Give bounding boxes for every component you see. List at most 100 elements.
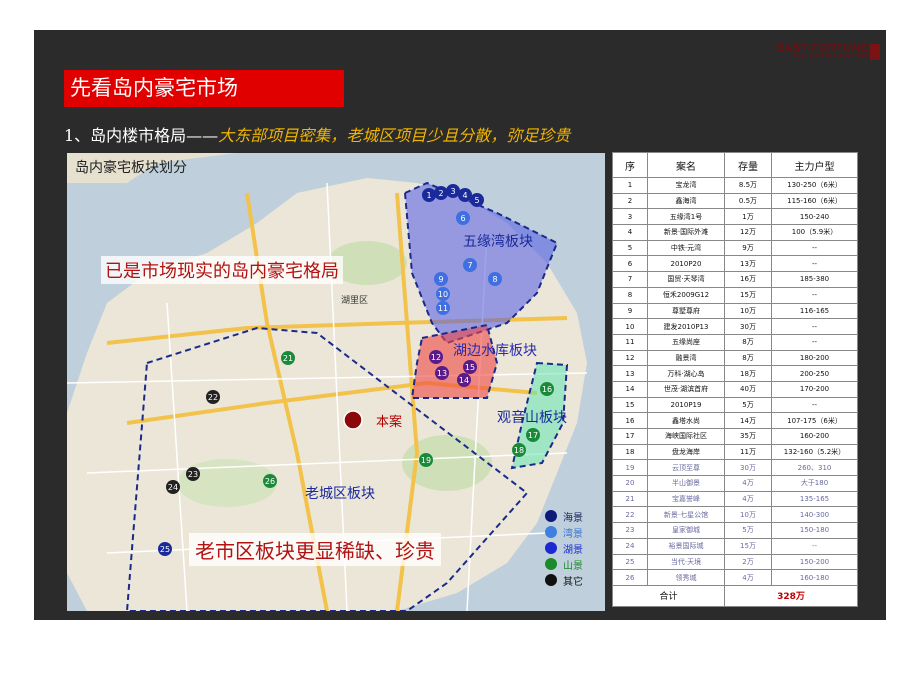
cell-stock: 8万	[724, 349, 772, 367]
project-label: 本案	[376, 415, 403, 430]
svg-text:19: 19	[421, 456, 431, 465]
cell-unit-type: --	[771, 396, 858, 414]
svg-text:16: 16	[542, 385, 552, 394]
cell-name: 鑫海湾	[647, 192, 725, 210]
cell-stock: 10万	[724, 506, 772, 524]
legend-item-lakeview: 湖景	[545, 540, 605, 556]
cell-no: 14	[612, 380, 648, 398]
table-total-row: 合计 328万	[612, 584, 858, 607]
cell-unit-type: 150-240	[771, 208, 858, 226]
header-stock: 存量	[724, 152, 772, 178]
table-row: 11 五缘尚座 8万 --	[612, 333, 858, 351]
cell-no: 2	[612, 192, 648, 210]
cell-stock: 13万	[724, 255, 772, 273]
map-title: 岛内豪宅板块划分	[75, 160, 187, 176]
subtitle-highlight: 大东部项目密集，老城区项目少且分散，弥足珍贵	[218, 126, 571, 145]
svg-text:3: 3	[450, 187, 455, 196]
marker-4: 4	[458, 188, 472, 202]
zone-label-laocheng: 老城区板块	[305, 486, 375, 502]
cell-no: 18	[612, 443, 648, 461]
cell-stock: 10万	[724, 302, 772, 320]
marker-13: 13	[435, 366, 449, 380]
cell-stock: 4万	[724, 475, 772, 492]
marker-5: 5	[470, 193, 484, 207]
table-row: 14 世茂·湖滨首府 40万 170-200	[612, 380, 858, 398]
cell-name: 2010P19	[647, 396, 725, 414]
cell-name: 五缘湾1号	[647, 208, 725, 226]
table-row: 5 中铁·元湾 9万 --	[612, 239, 858, 257]
svg-text:22: 22	[208, 393, 218, 402]
svg-text:21: 21	[283, 354, 293, 363]
cell-no: 22	[612, 506, 648, 524]
marker-12: 12	[429, 350, 443, 364]
cell-name: 2010P20	[647, 255, 725, 273]
legend-item-mountainview: 山景	[545, 556, 605, 572]
cell-unit-type: 100（5.9米）	[771, 224, 858, 241]
cell-unit-type: 107-175（6米）	[771, 412, 858, 429]
marker-19: 19	[419, 453, 433, 467]
cell-no: 5	[612, 239, 648, 257]
cell-no: 6	[612, 255, 648, 273]
project-location-marker	[343, 410, 363, 430]
project-table: 序 案名 存量 主力户型 1 宝龙湾 8.5万 130-250（6米） 2 鑫海湾 0.5万…	[612, 152, 858, 607]
logo-mark-icon	[870, 44, 880, 60]
svg-text:11: 11	[438, 304, 448, 313]
cell-no: 13	[612, 365, 648, 382]
cell-name: 领秀城	[647, 569, 725, 586]
slide: EAST FORTUNE REAL ESTATE MARKETING 先看岛内豪…	[34, 30, 886, 620]
svg-text:13: 13	[437, 369, 447, 378]
cell-unit-type: --	[771, 255, 858, 273]
cell-stock: 5万	[724, 396, 772, 414]
cell-name: 鑫塔水尚	[647, 412, 725, 429]
cell-unit-type: 180-200	[771, 349, 858, 367]
cell-unit-type: 大于180	[771, 475, 858, 492]
cell-unit-type: --	[771, 239, 858, 257]
cell-no: 26	[612, 569, 648, 586]
svg-text:6: 6	[460, 214, 465, 223]
table-row: 10 建发2010P13 30万 --	[612, 318, 858, 335]
cell-stock: 35万	[724, 428, 772, 445]
svg-text:5: 5	[474, 196, 479, 205]
cell-unit-type: 140-300	[771, 506, 858, 524]
table-row: 20 半山御景 4万 大于180	[612, 475, 858, 492]
marker-25: 25	[158, 542, 172, 556]
slide-title-banner: 先看岛内豪宅市场	[64, 70, 344, 107]
cell-name: 世茂·湖滨首府	[647, 380, 725, 398]
header-no: 序	[612, 152, 648, 178]
table-row: 12 融景湾 8万 180-200	[612, 349, 858, 367]
marker-18: 18	[512, 443, 526, 457]
marker-14: 14	[457, 373, 471, 387]
marker-21: 21	[281, 351, 295, 365]
cell-no: 10	[612, 318, 648, 335]
table-row: 18 盘龙海岸 11万 132-160（5.2米）	[612, 443, 858, 461]
cell-unit-type: --	[771, 537, 858, 555]
cell-name: 融景湾	[647, 349, 725, 367]
table-row: 17 海峡国际社区 35万 160-200	[612, 428, 858, 445]
cell-stock: 9万	[724, 239, 772, 257]
cell-stock: 30万	[724, 318, 772, 335]
marker-16: 16	[540, 382, 554, 396]
cell-unit-type: 160-180	[771, 569, 858, 586]
marker-23: 23	[186, 467, 200, 481]
table-header-row: 序 案名 存量 主力户型	[612, 152, 858, 178]
table-row: 4 新景·国际外滩 12万 100（5.9米）	[612, 224, 858, 241]
cell-name: 国贸·天琴湾	[647, 271, 725, 288]
legend-item-seaview: 海景	[545, 508, 605, 524]
table-row: 24 裕景国际城 15万 --	[612, 537, 858, 555]
cell-no: 25	[612, 553, 648, 571]
map-callout-bottom: 老市区板块更显稀缺、珍贵	[189, 533, 441, 566]
header-name: 案名	[647, 152, 725, 178]
svg-text:17: 17	[528, 431, 538, 440]
table-row: 1 宝龙湾 8.5万 130-250（6米）	[612, 177, 858, 194]
table-row: 9 尊墅尊府 10万 116-165	[612, 302, 858, 320]
svg-text:25: 25	[160, 545, 170, 554]
marker-15: 15	[463, 360, 477, 374]
cell-no: 12	[612, 349, 648, 367]
svg-text:15: 15	[465, 363, 475, 372]
table-row: 23 皇家御城 5万 150-180	[612, 522, 858, 539]
slide-subtitle: 1、岛内楼市格局——大东部项目密集，老城区项目少且分散，弥足珍贵	[64, 122, 570, 146]
cell-no: 15	[612, 396, 648, 414]
cell-unit-type: --	[771, 333, 858, 351]
svg-text:9: 9	[438, 275, 443, 284]
cell-no: 19	[612, 459, 648, 477]
